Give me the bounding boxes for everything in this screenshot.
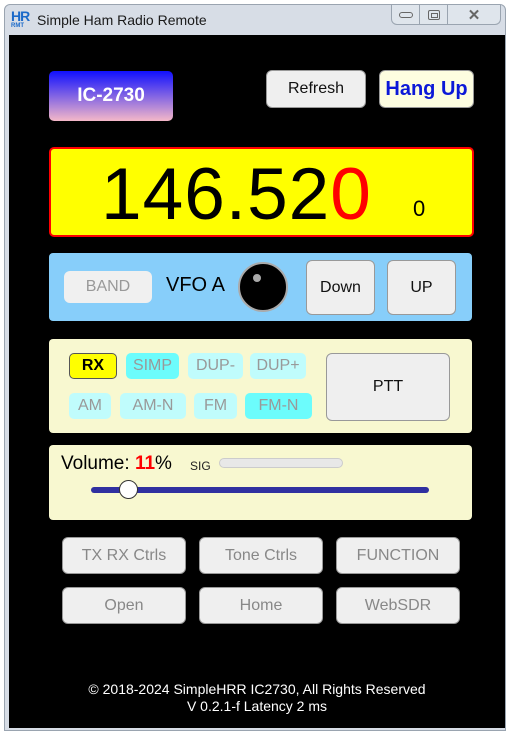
tuning-knob[interactable] bbox=[238, 262, 288, 312]
ptt-button[interactable]: PTT bbox=[326, 353, 450, 421]
tone-ctrls-button[interactable]: Tone Ctrls bbox=[199, 537, 323, 574]
volume-slider-thumb[interactable] bbox=[119, 480, 139, 499]
hang-up-button[interactable]: Hang Up bbox=[379, 70, 474, 108]
down-button[interactable]: Down bbox=[306, 260, 375, 315]
maximize-button[interactable] bbox=[420, 5, 448, 24]
volume-value: 11 bbox=[134, 453, 156, 474]
mode-fm-button[interactable]: FM bbox=[194, 393, 237, 419]
close-button[interactable]: ✕ bbox=[448, 5, 500, 24]
radio-model-button[interactable]: IC-2730 bbox=[49, 71, 173, 121]
app-window: HR RMT Simple Ham Radio Remote ✕ IC-2730… bbox=[4, 4, 506, 731]
signal-meter bbox=[219, 458, 343, 468]
volume-slider[interactable] bbox=[91, 480, 429, 499]
frequency-readout: 146.520 bbox=[101, 153, 372, 236]
frequency-highlight-digit: 0 bbox=[330, 154, 372, 235]
volume-label-group: Volume: 11% bbox=[61, 453, 172, 475]
rx-indicator[interactable]: RX bbox=[69, 353, 117, 379]
home-button[interactable]: Home bbox=[199, 587, 323, 624]
vfo-label: VFO A bbox=[166, 274, 225, 296]
signal-label: SIG bbox=[190, 459, 211, 473]
band-button[interactable]: BAND bbox=[64, 271, 152, 303]
duplex-minus-button[interactable]: DUP- bbox=[188, 353, 243, 379]
maximize-icon bbox=[427, 9, 440, 20]
minimize-icon bbox=[398, 11, 413, 18]
vfo-panel: BAND VFO A Down UP bbox=[49, 253, 472, 321]
open-button[interactable]: Open bbox=[62, 587, 186, 624]
logo-text-top: HR bbox=[11, 8, 30, 24]
version-latency-text: V 0.2.1-f Latency 2 ms bbox=[186, 698, 328, 714]
copyright-text: © 2018-2024 SimpleHRR IC2730, All Rights… bbox=[88, 681, 426, 697]
logo-text-bottom: RMT bbox=[11, 23, 24, 29]
mode-am-button[interactable]: AM bbox=[69, 393, 111, 419]
refresh-button[interactable]: Refresh bbox=[266, 70, 366, 108]
mode-fm-n-button[interactable]: FM-N bbox=[245, 393, 312, 419]
frequency-sub-digit: 0 bbox=[413, 196, 426, 221]
duplex-plus-button[interactable]: DUP+ bbox=[250, 353, 306, 379]
frequency-display: 146.520 0 bbox=[49, 147, 474, 237]
volume-label: Volume: bbox=[61, 453, 130, 474]
title-bar[interactable]: HR RMT Simple Ham Radio Remote ✕ bbox=[5, 5, 505, 35]
websdr-button[interactable]: WebSDR bbox=[336, 587, 460, 624]
close-icon: ✕ bbox=[467, 6, 481, 24]
function-button[interactable]: FUNCTION bbox=[336, 537, 460, 574]
tx-rx-ctrls-button[interactable]: TX RX Ctrls bbox=[62, 537, 186, 574]
frequency-main: 146.52 bbox=[101, 154, 331, 235]
duplex-simp-button[interactable]: SIMP bbox=[126, 353, 179, 379]
app-logo-icon: HR RMT bbox=[11, 8, 31, 33]
app-client-area: IC-2730 Refresh Hang Up 146.520 0 BAND V… bbox=[9, 35, 505, 728]
mode-panel: RX SIMP DUP- DUP+ AM AM-N FM FM-N PTT bbox=[49, 339, 472, 433]
up-button[interactable]: UP bbox=[387, 260, 456, 315]
window-title: Simple Ham Radio Remote bbox=[37, 12, 207, 28]
minimize-button[interactable] bbox=[392, 5, 420, 24]
volume-unit: % bbox=[155, 453, 172, 474]
window-controls: ✕ bbox=[391, 5, 501, 25]
volume-panel: Volume: 11% SIG bbox=[49, 445, 472, 520]
mode-am-n-button[interactable]: AM-N bbox=[120, 393, 186, 419]
